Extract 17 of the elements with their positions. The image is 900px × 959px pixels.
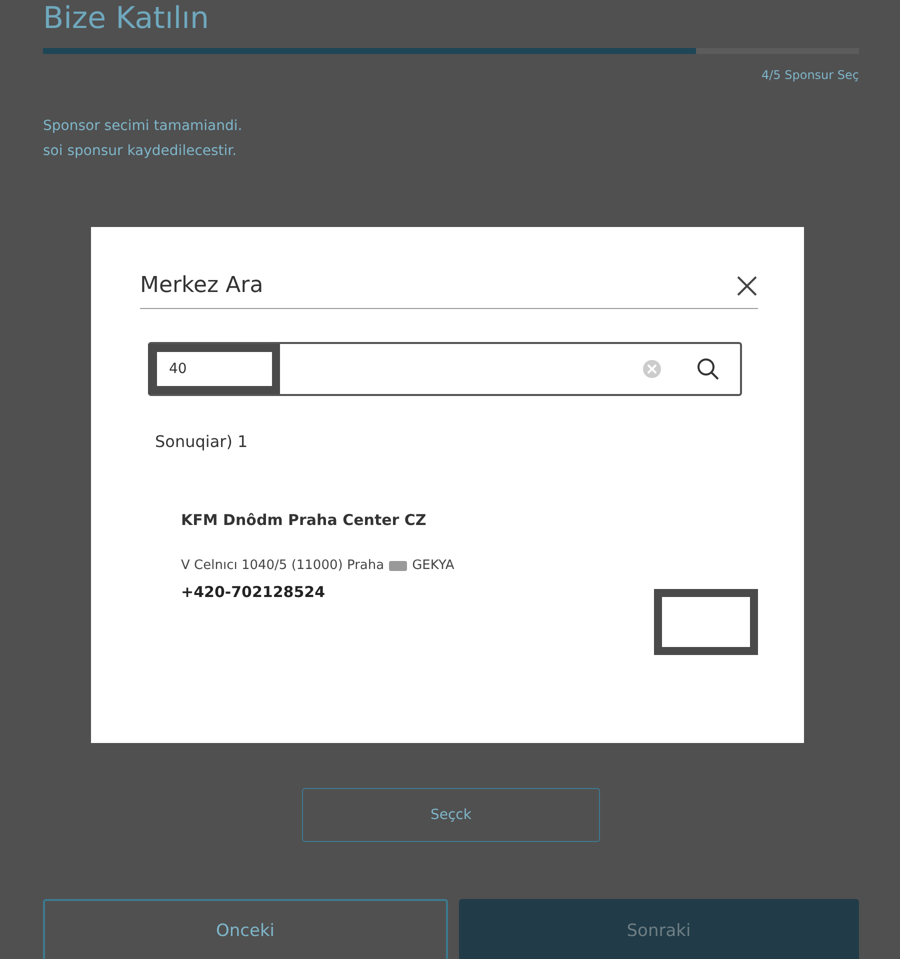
center-address: V Celnıcı 1040/5 (11000) Praha xyxy=(181,558,384,573)
center-phone: +420-702128524 xyxy=(181,583,326,601)
step-label: 4/5 Sponsur Seç xyxy=(760,68,859,82)
intro-text: Sponsor secimi tamamiandi. xyxy=(43,117,244,136)
select-button[interactable]: Seçck xyxy=(302,788,600,842)
intro-text: soi sponsur kaydedilecestir. xyxy=(43,142,238,161)
choose-button[interactable] xyxy=(654,589,758,655)
dialog-title: Merkez Ara xyxy=(140,273,264,298)
page-title: Bize Katılın xyxy=(43,0,210,38)
previous-button[interactable]: Onceki xyxy=(43,899,448,959)
next-button[interactable]: Sonraki xyxy=(458,899,859,959)
center-name: KFM Dnôdm Praha Center CZ xyxy=(181,511,428,529)
result-count: Sonuqiar) 1 xyxy=(155,432,249,451)
center-country: GEKYA xyxy=(412,558,454,573)
search-field[interactable]: 40 xyxy=(148,344,280,394)
close-icon[interactable] xyxy=(736,274,758,296)
search-icon[interactable] xyxy=(696,357,720,381)
